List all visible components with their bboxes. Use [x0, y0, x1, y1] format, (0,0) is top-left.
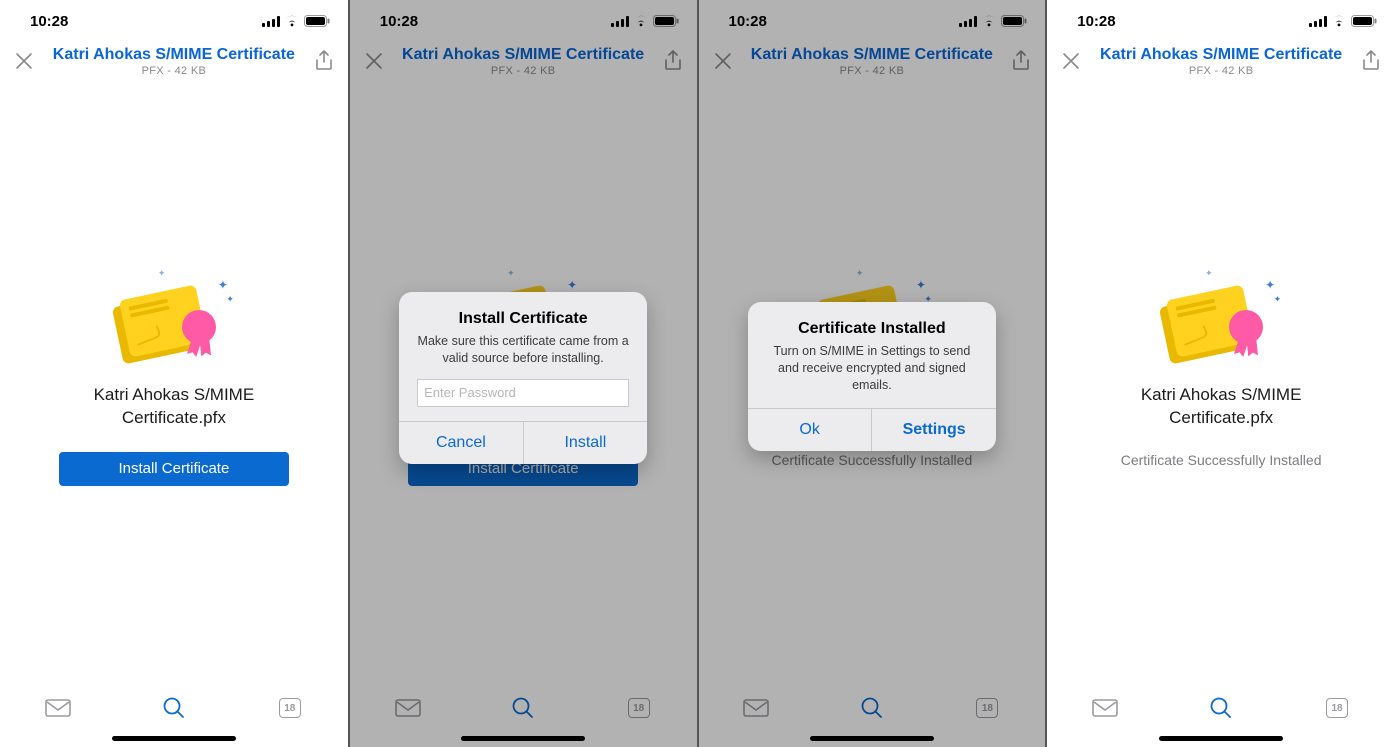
alert-ok-button[interactable]: Ok: [748, 409, 872, 451]
alert-message: Make sure this certificate came from a v…: [413, 333, 633, 367]
battery-icon: [1351, 15, 1377, 27]
status-icons: [611, 15, 679, 27]
status-icons: [262, 15, 330, 27]
home-indicator[interactable]: [112, 736, 236, 741]
status-icons: [1309, 15, 1377, 27]
alert-settings-button[interactable]: Settings: [871, 409, 996, 451]
cellular-icon: [262, 16, 280, 27]
certificate-illustration: ✦✦✦: [114, 274, 234, 370]
status-time: 10:28: [30, 13, 68, 30]
tab-calendar[interactable]: 18: [277, 697, 303, 719]
tab-mail[interactable]: [45, 697, 71, 719]
alert-message: Turn on S/MIME in Settings to send and r…: [762, 343, 982, 394]
battery-icon: [1001, 15, 1027, 27]
close-button[interactable]: [364, 51, 384, 71]
certificate-illustration: ✦✦✦: [1161, 274, 1281, 370]
status-time: 10:28: [729, 13, 767, 30]
status-time: 10:28: [380, 13, 418, 30]
alert-title: Certificate Installed: [762, 320, 982, 338]
tab-search[interactable]: [161, 697, 187, 719]
nav-header: Katri Ahokas S/MIME Certificate PFX - 42…: [0, 36, 348, 86]
tab-mail[interactable]: [395, 697, 421, 719]
screen-1-initial: 10:28 Katri Ahokas S/MIME Certificate PF…: [0, 0, 349, 747]
header-subtitle: PFX - 42 KB: [840, 65, 904, 77]
success-status: Certificate Successfully Installed: [1121, 452, 1322, 468]
password-input[interactable]: [417, 379, 629, 407]
status-time: 10:28: [1077, 13, 1115, 30]
header-title: Katri Ahokas S/MIME Certificate: [402, 46, 644, 64]
close-button[interactable]: [14, 51, 34, 71]
wifi-icon: [633, 15, 649, 27]
tab-mail[interactable]: [1092, 697, 1118, 719]
installed-alert: Certificate Installed Turn on S/MIME in …: [748, 302, 996, 451]
tab-calendar[interactable]: 18: [626, 697, 652, 719]
nav-header: Katri Ahokas S/MIME Certificate PFX - 42…: [350, 36, 697, 86]
tab-calendar[interactable]: 18: [1324, 697, 1350, 719]
wifi-icon: [1331, 15, 1347, 27]
content-area: ✦✦✦ Katri Ahokas S/MIMECertificate.pfx I…: [0, 86, 348, 687]
share-button[interactable]: [1011, 50, 1031, 72]
home-indicator[interactable]: [810, 736, 934, 741]
install-certificate-button[interactable]: Install Certificate: [59, 452, 289, 486]
certificate-filename: Katri Ahokas S/MIMECertificate.pfx: [1091, 384, 1351, 430]
screen-4-success: 10:28 Katri Ahokas S/MIME Certificate PF…: [1046, 0, 1395, 747]
header-title: Katri Ahokas S/MIME Certificate: [751, 46, 993, 64]
status-bar: 10:28: [0, 0, 348, 36]
header-title: Katri Ahokas S/MIME Certificate: [1100, 46, 1342, 64]
screen-2-password-prompt: 10:28 Katri Ahokas S/MIME Certificate PF…: [349, 0, 698, 747]
header-subtitle: PFX - 42 KB: [142, 65, 206, 77]
status-bar: 10:28: [1047, 0, 1395, 36]
home-indicator[interactable]: [1159, 736, 1283, 741]
install-alert: Install Certificate Make sure this certi…: [399, 292, 647, 464]
status-bar: 10:28: [350, 0, 697, 36]
content-area: ✦✦✦ Katri Ahokas S/MIMECertificate.pfx C…: [1047, 86, 1395, 687]
header-title: Katri Ahokas S/MIME Certificate: [53, 46, 295, 64]
close-button[interactable]: [1061, 51, 1081, 71]
header-subtitle: PFX - 42 KB: [491, 65, 555, 77]
tab-calendar[interactable]: 18: [974, 697, 1000, 719]
cellular-icon: [959, 16, 977, 27]
share-button[interactable]: [1361, 50, 1381, 72]
status-icons: [959, 15, 1027, 27]
cellular-icon: [1309, 16, 1327, 27]
tab-search[interactable]: [510, 697, 536, 719]
nav-header: Katri Ahokas S/MIME Certificate PFX - 42…: [1047, 36, 1395, 86]
alert-install-button[interactable]: Install: [523, 422, 648, 464]
nav-header: Katri Ahokas S/MIME Certificate PFX - 42…: [699, 36, 1046, 86]
screen-3-installed-alert: 10:28 Katri Ahokas S/MIME Certificate PF…: [698, 0, 1047, 747]
cellular-icon: [611, 16, 629, 27]
wifi-icon: [981, 15, 997, 27]
tab-mail[interactable]: [743, 697, 769, 719]
share-button[interactable]: [314, 50, 334, 72]
battery-icon: [304, 15, 330, 27]
tab-search[interactable]: [859, 697, 885, 719]
certificate-filename: Katri Ahokas S/MIMECertificate.pfx: [44, 384, 304, 430]
share-button[interactable]: [663, 50, 683, 72]
battery-icon: [653, 15, 679, 27]
wifi-icon: [284, 15, 300, 27]
alert-title: Install Certificate: [413, 310, 633, 328]
home-indicator[interactable]: [461, 736, 585, 741]
header-subtitle: PFX - 42 KB: [1189, 65, 1253, 77]
alert-cancel-button[interactable]: Cancel: [399, 422, 523, 464]
status-bar: 10:28: [699, 0, 1046, 36]
tab-search[interactable]: [1208, 697, 1234, 719]
success-status: Certificate Successfully Installed: [771, 452, 972, 468]
close-button[interactable]: [713, 51, 733, 71]
